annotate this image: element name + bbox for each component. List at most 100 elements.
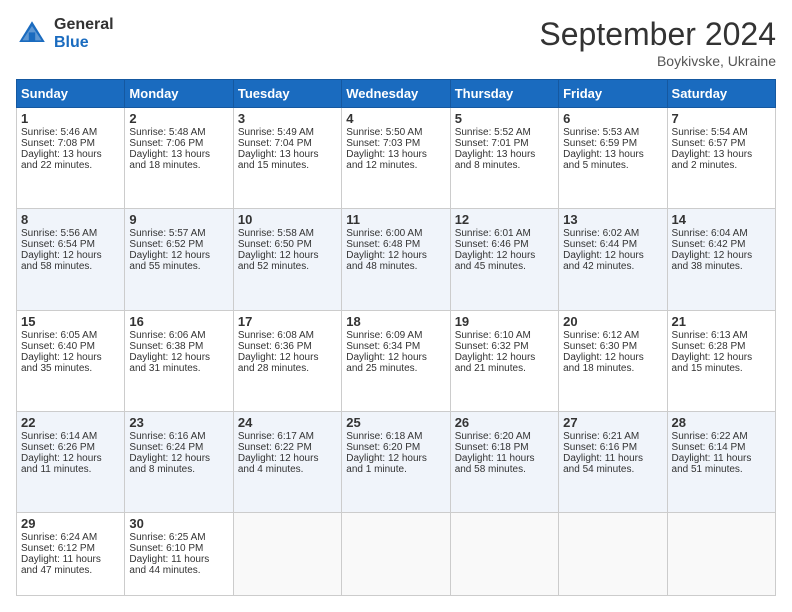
day-info: Sunset: 6:54 PM [21, 239, 120, 250]
day-number: 18 [346, 314, 445, 329]
calendar-cell: 9Sunrise: 5:57 AMSunset: 6:52 PMDaylight… [125, 209, 233, 310]
weekday-header-row: Sunday Monday Tuesday Wednesday Thursday… [17, 80, 776, 108]
calendar-cell: 17Sunrise: 6:08 AMSunset: 6:36 PMDayligh… [233, 310, 341, 411]
day-info: and 44 minutes. [129, 565, 228, 576]
calendar-cell [450, 513, 558, 596]
calendar-cell: 30Sunrise: 6:25 AMSunset: 6:10 PMDayligh… [125, 513, 233, 596]
day-info: Sunrise: 5:49 AM [238, 127, 337, 138]
calendar-cell: 27Sunrise: 6:21 AMSunset: 6:16 PMDayligh… [559, 411, 667, 512]
day-number: 6 [563, 111, 662, 126]
day-info: Sunrise: 6:09 AM [346, 330, 445, 341]
day-number: 29 [21, 516, 120, 531]
header-tuesday: Tuesday [233, 80, 341, 108]
logo-general: General [54, 16, 114, 34]
day-info: and 52 minutes. [238, 261, 337, 272]
day-info: Sunrise: 6:00 AM [346, 228, 445, 239]
calendar-cell: 16Sunrise: 6:06 AMSunset: 6:38 PMDayligh… [125, 310, 233, 411]
day-info: Daylight: 13 hours [238, 149, 337, 160]
day-info: Sunrise: 5:54 AM [672, 127, 771, 138]
day-info: and 45 minutes. [455, 261, 554, 272]
day-info: Sunset: 6:10 PM [129, 543, 228, 554]
day-info: and 8 minutes. [455, 160, 554, 171]
calendar-cell: 15Sunrise: 6:05 AMSunset: 6:40 PMDayligh… [17, 310, 125, 411]
day-number: 26 [455, 415, 554, 430]
day-info: and 58 minutes. [455, 464, 554, 475]
day-info: Sunset: 6:59 PM [563, 138, 662, 149]
day-info: Sunrise: 6:20 AM [455, 431, 554, 442]
day-info: Sunset: 6:48 PM [346, 239, 445, 250]
day-info: Sunset: 6:46 PM [455, 239, 554, 250]
day-info: Daylight: 12 hours [563, 352, 662, 363]
day-info: Sunset: 6:14 PM [672, 442, 771, 453]
day-info: Daylight: 12 hours [455, 352, 554, 363]
logo: General Blue [16, 16, 114, 51]
day-number: 2 [129, 111, 228, 126]
day-info: Sunrise: 6:02 AM [563, 228, 662, 239]
day-number: 24 [238, 415, 337, 430]
day-number: 28 [672, 415, 771, 430]
logo-icon [16, 18, 48, 50]
day-info: Sunset: 6:40 PM [21, 341, 120, 352]
day-info: and 12 minutes. [346, 160, 445, 171]
day-info: Sunset: 6:26 PM [21, 442, 120, 453]
calendar-cell: 21Sunrise: 6:13 AMSunset: 6:28 PMDayligh… [667, 310, 775, 411]
day-info: Daylight: 12 hours [346, 352, 445, 363]
day-info: Daylight: 11 hours [129, 554, 228, 565]
day-info: Daylight: 12 hours [21, 250, 120, 261]
day-info: Daylight: 12 hours [21, 453, 120, 464]
day-info: Sunset: 7:03 PM [346, 138, 445, 149]
day-info: and 58 minutes. [21, 261, 120, 272]
day-info: Daylight: 13 hours [455, 149, 554, 160]
day-info: Sunrise: 6:06 AM [129, 330, 228, 341]
page-container: General Blue September 2024 Boykivske, U… [0, 0, 792, 612]
calendar-cell [559, 513, 667, 596]
day-info: and 18 minutes. [129, 160, 228, 171]
day-info: Sunrise: 6:21 AM [563, 431, 662, 442]
day-info: Sunrise: 6:10 AM [455, 330, 554, 341]
day-info: Sunrise: 6:13 AM [672, 330, 771, 341]
day-number: 23 [129, 415, 228, 430]
day-info: Daylight: 13 hours [129, 149, 228, 160]
day-info: Sunrise: 6:18 AM [346, 431, 445, 442]
day-info: Sunrise: 6:12 AM [563, 330, 662, 341]
day-info: Sunset: 6:50 PM [238, 239, 337, 250]
day-info: Sunset: 7:06 PM [129, 138, 228, 149]
day-info: Sunset: 6:34 PM [346, 341, 445, 352]
day-info: Daylight: 12 hours [455, 250, 554, 261]
day-info: Sunrise: 6:24 AM [21, 532, 120, 543]
day-number: 15 [21, 314, 120, 329]
day-info: Daylight: 12 hours [238, 250, 337, 261]
day-number: 17 [238, 314, 337, 329]
title-block: September 2024 Boykivske, Ukraine [539, 16, 776, 69]
day-info: and 15 minutes. [672, 363, 771, 374]
day-info: Sunset: 6:12 PM [21, 543, 120, 554]
day-info: Daylight: 11 hours [21, 554, 120, 565]
day-info: Sunrise: 6:16 AM [129, 431, 228, 442]
calendar-cell: 7Sunrise: 5:54 AMSunset: 6:57 PMDaylight… [667, 108, 775, 209]
day-number: 25 [346, 415, 445, 430]
day-info: Sunset: 6:20 PM [346, 442, 445, 453]
day-info: and 54 minutes. [563, 464, 662, 475]
day-info: Sunset: 6:18 PM [455, 442, 554, 453]
calendar-cell: 2Sunrise: 5:48 AMSunset: 7:06 PMDaylight… [125, 108, 233, 209]
day-number: 22 [21, 415, 120, 430]
day-info: Sunset: 7:01 PM [455, 138, 554, 149]
day-number: 7 [672, 111, 771, 126]
day-info: and 4 minutes. [238, 464, 337, 475]
day-info: and 31 minutes. [129, 363, 228, 374]
day-info: and 1 minute. [346, 464, 445, 475]
day-info: Sunrise: 5:50 AM [346, 127, 445, 138]
day-number: 11 [346, 212, 445, 227]
day-info: Sunrise: 6:08 AM [238, 330, 337, 341]
day-info: Sunrise: 5:52 AM [455, 127, 554, 138]
day-info: Daylight: 13 hours [563, 149, 662, 160]
calendar-cell: 26Sunrise: 6:20 AMSunset: 6:18 PMDayligh… [450, 411, 558, 512]
day-info: Daylight: 12 hours [672, 352, 771, 363]
calendar-cell: 29Sunrise: 6:24 AMSunset: 6:12 PMDayligh… [17, 513, 125, 596]
day-info: Daylight: 12 hours [238, 453, 337, 464]
calendar-cell: 24Sunrise: 6:17 AMSunset: 6:22 PMDayligh… [233, 411, 341, 512]
day-info: Daylight: 11 hours [455, 453, 554, 464]
day-info: Daylight: 11 hours [672, 453, 771, 464]
day-number: 21 [672, 314, 771, 329]
day-info: Sunrise: 6:14 AM [21, 431, 120, 442]
